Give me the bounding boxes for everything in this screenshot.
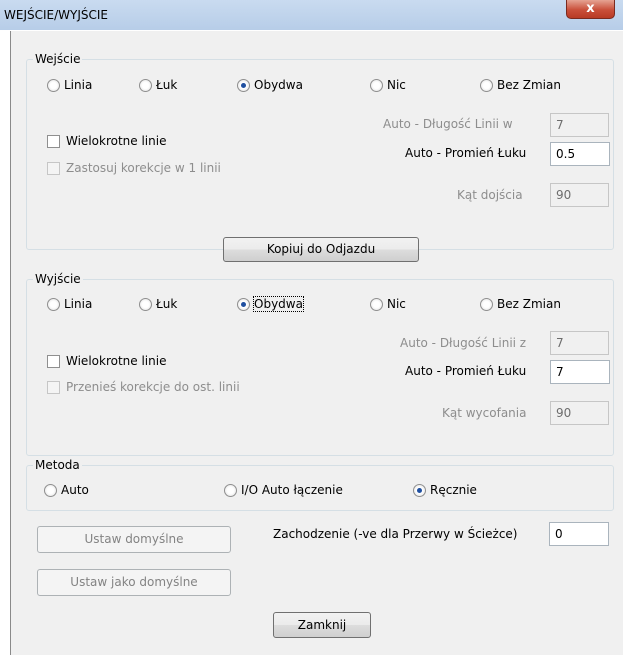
title-bar: WEJŚCIE/WYJŚCIE x [0,0,623,30]
radio-icon [370,78,383,92]
entry-radio-line[interactable]: Linia [47,78,92,92]
exit-auto-arc-radius-label: Auto - Promień Łuku [405,364,527,378]
checkbox-label: Zastosuj korekcje w 1 linii [66,161,221,175]
exit-group: Wyjście Linia Łuk Obydwa Nic Bez Zmian A… [26,272,614,456]
exit-radio-both[interactable]: Obydwa [237,296,304,312]
method-group-label: Metoda [33,458,82,472]
radio-label: Ręcznie [430,483,477,497]
radio-icon [370,297,383,311]
radio-label: Nic [387,78,406,92]
radio-label: Linia [64,297,93,311]
checkbox-label: Wielokrotne linie [66,134,167,148]
exit-multiple-lines-checkbox[interactable]: Wielokrotne linie [47,354,166,368]
radio-label: Linia [64,78,93,92]
exit-angle-label: Kąt wycofania [442,406,527,420]
radio-label: I/O Auto łączenie [241,483,343,497]
entry-group-label: Wejście [33,52,83,66]
radio-label: Łuk [156,78,178,92]
entry-angle-label: Kąt dojścia [457,188,523,202]
exit-angle-field[interactable]: 90 [550,401,609,425]
exit-radio-arc[interactable]: Łuk [139,297,177,311]
entry-multiple-lines-checkbox[interactable]: Wielokrotne linie [47,134,166,148]
entry-auto-arc-radius-label: Auto - Promień Łuku [405,146,527,160]
copy-to-exit-button[interactable]: Kopiuj do Odjazdu [223,237,419,262]
method-radio-manual[interactable]: Ręcznie [413,483,477,497]
entry-angle-field[interactable]: 90 [550,183,609,207]
exit-radio-none[interactable]: Nic [370,297,406,311]
exit-group-label: Wyjście [33,272,83,286]
radio-label: Bez Zmian [497,297,561,311]
close-window-button[interactable]: x [566,0,615,19]
radio-icon [139,78,152,92]
method-radio-io-auto[interactable]: I/O Auto łączenie [224,483,343,497]
close-icon: x [586,1,595,16]
radio-label: Bez Zmian [497,78,561,92]
entry-auto-line-length-field[interactable]: 7 [550,113,609,137]
entry-radio-no-change[interactable]: Bez Zmian [480,78,561,92]
overlap-label: Zachodzenie (-ve dla Przerwy w Ścieżce) [273,527,518,541]
radio-label: Obydwa [253,296,304,312]
checkbox-label: Wielokrotne linie [66,354,167,368]
radio-label: Obydwa [254,78,303,92]
checkbox-icon [47,380,60,394]
checkbox-icon [47,134,60,148]
entry-radio-none[interactable]: Nic [370,78,406,92]
checkbox-icon [47,161,60,175]
checkbox-label: Przenieś korekcje do ost. linii [66,380,240,394]
close-button[interactable]: Zamknij [273,612,371,638]
radio-icon [47,297,60,311]
radio-icon [480,78,493,92]
radio-icon [139,297,152,311]
radio-label: Auto [61,483,89,497]
radio-selected-icon [237,78,250,92]
window-title: WEJŚCIE/WYJŚCIE [4,8,108,22]
overlap-field[interactable]: 0 [549,522,609,546]
radio-icon [224,483,237,497]
checkbox-icon [47,354,60,368]
dialog-body: Wejście Linia Łuk Obydwa Nic Bez Zmian A… [10,31,623,655]
radio-selected-icon [237,297,250,311]
radio-label: Łuk [156,297,178,311]
radio-icon [47,78,60,92]
set-as-default-button[interactable]: Ustaw jako domyślne [37,569,231,596]
entry-apply-correction-checkbox[interactable]: Zastosuj korekcje w 1 linii [47,161,221,175]
entry-auto-arc-radius-field[interactable]: 0.5 [550,142,610,166]
method-group: Metoda Auto I/O Auto łączenie Ręcznie [26,458,614,511]
radio-label: Nic [387,297,406,311]
method-radio-auto[interactable]: Auto [44,483,89,497]
exit-radio-no-change[interactable]: Bez Zmian [480,297,561,311]
radio-selected-icon [413,483,426,497]
entry-group: Wejście Linia Łuk Obydwa Nic Bez Zmian A… [26,52,614,250]
radio-icon [480,297,493,311]
entry-radio-arc[interactable]: Łuk [139,78,177,92]
exit-auto-arc-radius-field[interactable]: 7 [550,360,610,384]
set-defaults-button[interactable]: Ustaw domyślne [37,526,231,553]
entry-auto-line-length-label: Auto - Długość Linii w [383,117,513,131]
radio-icon [44,483,57,497]
exit-move-correction-checkbox[interactable]: Przenieś korekcje do ost. linii [47,380,240,394]
entry-radio-both[interactable]: Obydwa [237,78,303,92]
exit-auto-line-length-field[interactable]: 7 [550,331,609,355]
exit-auto-line-length-label: Auto - Długość Linii z [400,336,527,350]
exit-radio-line[interactable]: Linia [47,297,92,311]
